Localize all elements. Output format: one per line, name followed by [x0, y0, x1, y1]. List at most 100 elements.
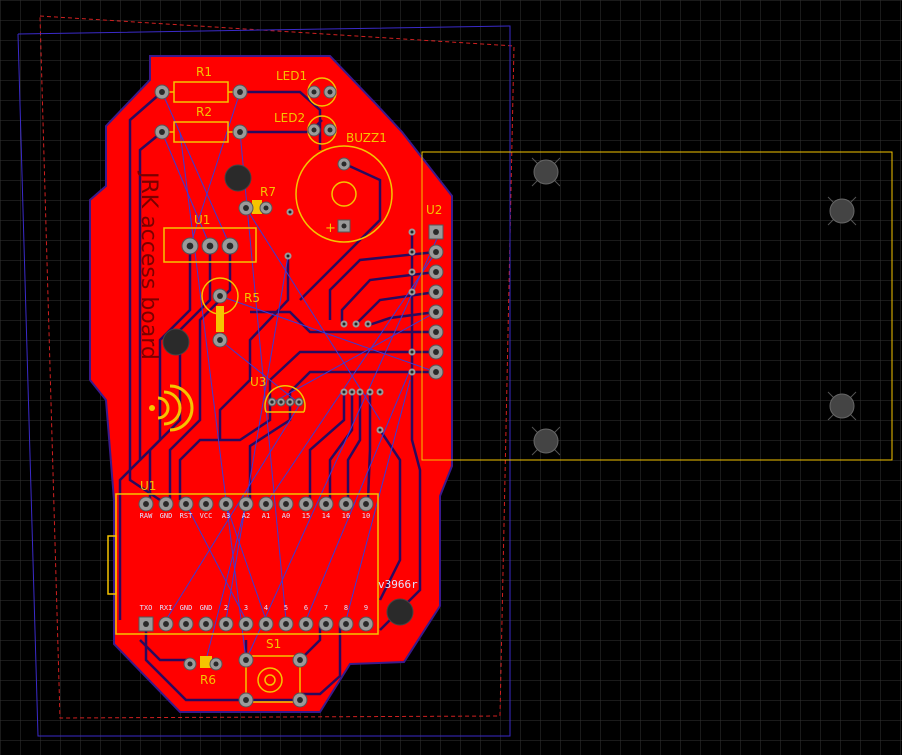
r7-pad[interactable] — [238, 200, 254, 216]
mcu-top-pin-label: 10 — [362, 512, 370, 520]
mcu-top-pad[interactable] — [258, 496, 274, 512]
resistor-pad[interactable] — [232, 84, 248, 100]
u3-pad[interactable] — [276, 397, 286, 407]
mcu-bottom-pin-label: 5 — [284, 604, 288, 612]
mcu-top-pin-label: A1 — [262, 512, 270, 520]
mcu-bottom-pin-label: 4 — [264, 604, 268, 612]
mcu-top-pad[interactable] — [218, 496, 234, 512]
u2-header-pad[interactable] — [428, 264, 444, 280]
mcu-bottom-pin-label: GND — [200, 604, 213, 612]
mcu-bottom-pad[interactable] — [338, 616, 354, 632]
switch-pad[interactable] — [238, 652, 254, 668]
via — [408, 228, 416, 236]
mcu-bottom-pin-label: 7 — [324, 604, 328, 612]
mcu-top-pad[interactable] — [318, 496, 334, 512]
r5-pad[interactable] — [212, 288, 228, 304]
mcu-bottom-pad[interactable] — [198, 616, 214, 632]
resistor-pad[interactable] — [232, 124, 248, 140]
r6-pad[interactable] — [209, 657, 223, 671]
via — [408, 268, 416, 276]
u2-header-pad[interactable] — [428, 224, 444, 240]
r6-label: R6 — [200, 673, 216, 687]
via — [376, 426, 384, 434]
mcu-top-pin-label: RAW — [140, 512, 153, 520]
mcu-top-pad[interactable] — [238, 496, 254, 512]
mcu-bottom-pin-label: 2 — [224, 604, 228, 612]
mcu-bottom-pad[interactable] — [258, 616, 274, 632]
resistor-pad[interactable] — [154, 124, 170, 140]
via — [348, 388, 356, 396]
led-pad[interactable] — [323, 85, 337, 99]
led-pad[interactable] — [307, 85, 321, 99]
mcu-bottom-pin-label: RXI — [160, 604, 173, 612]
mcu-top-pin-label: GND — [160, 512, 173, 520]
u3-pad[interactable] — [285, 397, 295, 407]
via — [408, 368, 416, 376]
s1-label: S1 — [266, 637, 281, 651]
r5-pad[interactable] — [212, 332, 228, 348]
regulator-pad[interactable] — [221, 237, 239, 255]
mcu-top-pin-label: A3 — [222, 512, 230, 520]
via — [408, 348, 416, 356]
u2-header-pad[interactable] — [428, 324, 444, 340]
mcu-top-pad[interactable] — [298, 496, 314, 512]
mcu-bottom-pad[interactable] — [138, 616, 154, 632]
switch-pad[interactable] — [292, 692, 308, 708]
mcu-top-pin-label: A2 — [242, 512, 250, 520]
mcu-top-pad[interactable] — [198, 496, 214, 512]
led1-label: LED1 — [276, 69, 307, 83]
regulator-pad[interactable] — [181, 237, 199, 255]
u2-header-pad[interactable] — [428, 344, 444, 360]
u1-reg-label: U1 — [194, 213, 210, 227]
u3-label: U3 — [250, 375, 266, 389]
mcu-bottom-pad[interactable] — [298, 616, 314, 632]
u2-header-pad[interactable] — [428, 304, 444, 320]
led-pad[interactable] — [323, 123, 337, 137]
mcu-bottom-pad[interactable] — [238, 616, 254, 632]
mcu-top-pin-label: RST — [180, 512, 193, 520]
mcu-bottom-pad[interactable] — [158, 616, 174, 632]
via — [352, 320, 360, 328]
u2-header-pad[interactable] — [428, 244, 444, 260]
mcu-bottom-pad[interactable] — [278, 616, 294, 632]
buzzer-polarity-mark: + — [325, 221, 336, 236]
mcu-bottom-pad[interactable] — [318, 616, 334, 632]
u1-mcu-label: U1 — [140, 479, 156, 493]
via — [340, 388, 348, 396]
mcu-top-pad[interactable] — [278, 496, 294, 512]
mcu-top-pin-label: VCC — [200, 512, 213, 520]
led2-label: LED2 — [274, 111, 305, 125]
via — [356, 388, 364, 396]
via — [408, 248, 416, 256]
mcu-top-pad[interactable] — [138, 496, 154, 512]
r2-label: R2 — [196, 105, 212, 119]
resistor-pad[interactable] — [154, 84, 170, 100]
mcu-top-pad[interactable] — [358, 496, 374, 512]
regulator-pad[interactable] — [201, 237, 219, 255]
via — [366, 388, 374, 396]
r6-pad[interactable] — [183, 657, 197, 671]
u2-header-pad[interactable] — [428, 364, 444, 380]
mcu-bottom-pin-label: TXO — [140, 604, 153, 612]
r1-label: R1 — [196, 65, 212, 79]
mcu-top-pad[interactable] — [158, 496, 174, 512]
u3-pad[interactable] — [294, 397, 304, 407]
mcu-bottom-pad[interactable] — [178, 616, 194, 632]
mcu-top-pad[interactable] — [338, 496, 354, 512]
via — [284, 252, 292, 260]
buzzer-pad[interactable] — [337, 219, 351, 233]
mcu-bottom-pin-label: GND — [180, 604, 193, 612]
u2-header-pad[interactable] — [428, 284, 444, 300]
revision-text: v3966r — [378, 578, 418, 591]
switch-pad[interactable] — [292, 652, 308, 668]
mcu-bottom-pad[interactable] — [218, 616, 234, 632]
u3-pad[interactable] — [267, 397, 277, 407]
r7-pad[interactable] — [259, 201, 273, 215]
pcb-canvas[interactable]: R1 R2 LED1 LED2 BUZZ1 + R7 U1 R5 U3 JRK … — [0, 0, 902, 755]
mcu-top-pad[interactable] — [178, 496, 194, 512]
led-pad[interactable] — [307, 123, 321, 137]
switch-pad[interactable] — [238, 692, 254, 708]
mcu-bottom-pad[interactable] — [358, 616, 374, 632]
mcu-top-pin-label: 14 — [322, 512, 330, 520]
buzzer-pad[interactable] — [337, 157, 351, 171]
